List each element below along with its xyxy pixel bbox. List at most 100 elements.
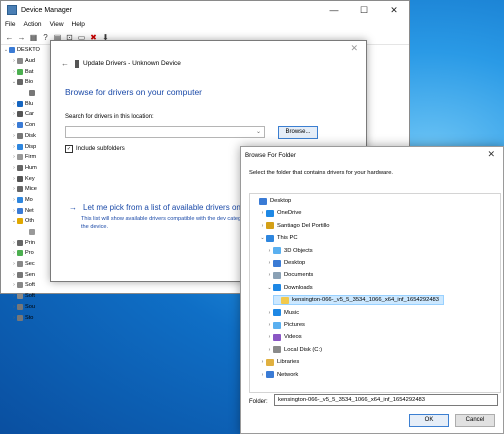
device-tree-label: Sec bbox=[25, 261, 35, 268]
device-tree-label: Key bbox=[25, 175, 35, 182]
maximize-button[interactable]: ☐ bbox=[349, 5, 379, 16]
close-button[interactable]: ✕ bbox=[487, 149, 495, 160]
desktop-folder-icon bbox=[273, 259, 281, 267]
folder-tree-label: Network bbox=[277, 371, 299, 378]
firmware-icon bbox=[17, 154, 23, 161]
warning-icon bbox=[17, 218, 23, 225]
audio-icon bbox=[17, 58, 23, 65]
software-icon bbox=[17, 293, 23, 300]
folder-tree-item[interactable]: ⌄ Downloads bbox=[266, 283, 313, 293]
documents-icon bbox=[273, 271, 281, 279]
menu-help[interactable]: Help bbox=[72, 21, 85, 28]
folder-tree-item[interactable]: › 3D Objects bbox=[266, 246, 313, 256]
chevron-right-icon[interactable]: › bbox=[266, 260, 273, 266]
folder-tree-item[interactable]: › Music bbox=[266, 308, 299, 318]
chevron-right-icon[interactable]: › bbox=[266, 310, 273, 316]
folder-tree-item[interactable]: Desktop bbox=[252, 196, 291, 206]
user-icon bbox=[266, 222, 274, 230]
chevron-right-icon[interactable]: › bbox=[266, 334, 273, 340]
folder-tree-item[interactable]: › Local Disk (C:) bbox=[266, 345, 322, 355]
libraries-icon bbox=[266, 358, 274, 366]
chevron-down-icon[interactable]: ⌄ bbox=[266, 285, 273, 291]
device-icon bbox=[75, 59, 79, 68]
include-subfolders-option[interactable]: ✓ Include subfolders bbox=[65, 145, 125, 153]
sensor-icon bbox=[17, 271, 23, 278]
chevron-right-icon[interactable]: › bbox=[259, 372, 266, 378]
dialog-header: ← Update Drivers - Unknown Device bbox=[61, 59, 181, 68]
folder-input[interactable]: kensington-066-_v5_5_3534_1066_x64_inf_1… bbox=[274, 394, 498, 406]
device-tree-item[interactable]: › Sou bbox=[1, 302, 63, 313]
folder-tree-label: Documents bbox=[284, 272, 314, 279]
close-button[interactable]: ✕ bbox=[350, 43, 358, 54]
folder-tree-item[interactable]: › Santiago Del Portillo bbox=[259, 221, 330, 231]
folder-tree-label: Desktop bbox=[270, 198, 292, 204]
desktop-folder-icon bbox=[259, 197, 267, 205]
chevron-right-icon[interactable]: › bbox=[266, 248, 273, 254]
printer-icon bbox=[17, 239, 23, 246]
folder-icon bbox=[281, 296, 289, 304]
include-subfolders-checkbox[interactable]: ✓ bbox=[65, 145, 73, 153]
dialog-title: Update Drivers - Unknown Device bbox=[83, 60, 181, 67]
chevron-right-icon[interactable]: › bbox=[266, 322, 273, 328]
folder-tree-label: Santiago Del Portillo bbox=[277, 222, 330, 229]
keyboard-icon bbox=[17, 175, 23, 182]
folder-label: Folder: bbox=[249, 399, 268, 405]
folder-tree-item[interactable]: › OneDrive bbox=[259, 208, 301, 218]
device-tree-label: Mice bbox=[25, 186, 37, 193]
device-tree-label: Sen bbox=[25, 271, 35, 278]
help-icon[interactable]: ? bbox=[41, 33, 50, 42]
computer-icon bbox=[17, 122, 23, 129]
menu-view[interactable]: View bbox=[50, 21, 64, 28]
ok-button[interactable]: OK bbox=[409, 414, 449, 427]
folder-tree-item[interactable]: › Libraries bbox=[259, 357, 299, 367]
folder-tree-label: Videos bbox=[284, 334, 302, 341]
mouse-icon bbox=[17, 186, 23, 193]
folder-tree[interactable]: Desktop › OneDrive › Santiago Del Portillo ⌄ T… bbox=[249, 193, 501, 393]
pick-driver-label[interactable]: Let me pick from a list of available dri… bbox=[83, 203, 241, 212]
close-button[interactable]: ✕ bbox=[379, 5, 409, 16]
folder-tree-item[interactable]: › Documents bbox=[266, 270, 313, 280]
folder-tree-item[interactable]: › Videos bbox=[266, 332, 302, 342]
device-tree-label: Bio bbox=[25, 79, 34, 86]
chevron-right-icon[interactable]: › bbox=[259, 210, 266, 216]
chevron-down-icon[interactable]: ⌄ bbox=[259, 235, 266, 241]
chevron-down-icon[interactable]: ⌄ bbox=[256, 128, 261, 135]
back-icon[interactable]: ← bbox=[5, 33, 14, 42]
folder-tree-item[interactable]: ⌄ This PC bbox=[259, 233, 298, 243]
fingerprint-icon bbox=[29, 90, 35, 97]
properties-icon[interactable]: ▦ bbox=[29, 33, 38, 42]
bluetooth-icon bbox=[17, 100, 23, 107]
device-tree-label: Prin bbox=[25, 239, 35, 246]
device-tree-label: Sto bbox=[25, 314, 34, 321]
device-tree-item[interactable]: › Soft bbox=[1, 291, 63, 302]
folder-tree-label: This PC bbox=[277, 235, 298, 242]
folder-tree-item[interactable]: › Pictures bbox=[266, 320, 305, 330]
videos-icon bbox=[273, 333, 281, 341]
minimize-button[interactable]: — bbox=[319, 5, 349, 15]
chevron-right-icon[interactable]: › bbox=[259, 359, 266, 365]
pick-driver-link[interactable]: → Let me pick from a list of available d… bbox=[69, 203, 241, 212]
title-bar: Device Manager — ☐ ✕ bbox=[1, 1, 409, 19]
menu-action[interactable]: Action bbox=[23, 21, 41, 28]
menu-file[interactable]: File bbox=[5, 21, 15, 28]
folder-tree-item[interactable]: › Desktop bbox=[266, 258, 305, 268]
chevron-right-icon[interactable]: › bbox=[266, 347, 273, 353]
folder-tree-label: Desktop bbox=[284, 260, 306, 266]
folder-tree-item[interactable]: kensington-066-_v5_5_3534_1066_x64_inf_1… bbox=[273, 295, 444, 306]
browse-for-folder-dialog: Browse For Folder ✕ Select the folder th… bbox=[240, 146, 504, 434]
storage-icon bbox=[17, 314, 23, 321]
chevron-right-icon[interactable]: › bbox=[259, 223, 266, 229]
folder-tree-label: Pictures bbox=[284, 322, 305, 328]
search-location-input[interactable]: ⌄ bbox=[65, 126, 265, 138]
device-manager-icon bbox=[7, 5, 17, 15]
folder-tree-label: Music bbox=[284, 309, 300, 316]
forward-icon[interactable]: → bbox=[17, 33, 26, 42]
device-tree-item[interactable]: › Sto bbox=[1, 312, 63, 323]
cancel-button[interactable]: Cancel bbox=[455, 414, 495, 427]
chevron-right-icon[interactable]: › bbox=[266, 272, 273, 278]
folder-tree-item[interactable]: › Network bbox=[259, 370, 298, 380]
folder-tree-label: Libraries bbox=[277, 359, 300, 366]
back-arrow-icon[interactable]: ← bbox=[61, 59, 69, 68]
include-subfolders-label: Include subfolders bbox=[76, 146, 125, 152]
browse-button[interactable]: Browse... bbox=[278, 126, 318, 139]
